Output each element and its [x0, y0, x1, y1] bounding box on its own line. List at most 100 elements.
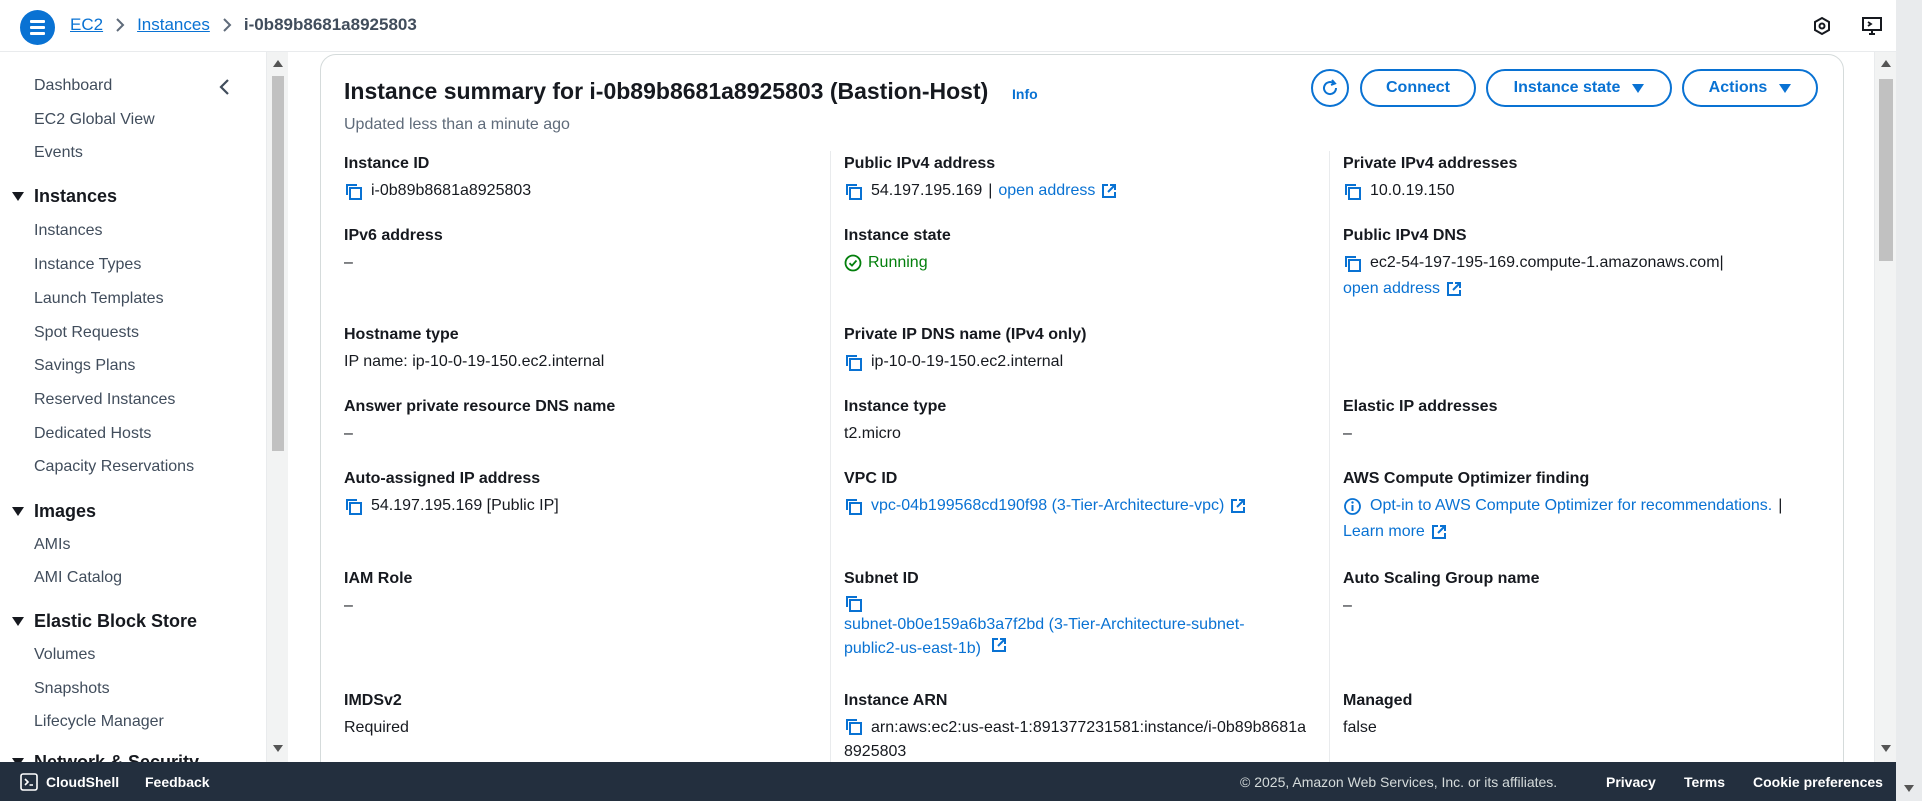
sidebar-item-events[interactable]: Events — [34, 144, 83, 162]
window-scrollbar[interactable] — [1896, 0, 1922, 801]
footer-bar: CloudShell Feedback © 2025, Amazon Web S… — [0, 762, 1896, 801]
chevron-right-icon — [115, 18, 125, 32]
separator: | — [1719, 254, 1724, 271]
sidebar-group-ebs[interactable]: Elastic Block Store — [12, 611, 197, 632]
chevron-right-icon — [222, 18, 232, 32]
scroll-down-arrow-icon[interactable] — [1881, 745, 1891, 752]
sidebar-item-dashboard[interactable]: Dashboard — [34, 77, 112, 95]
field-value: IP name: ip-10-0-19-150.ec2.internal — [344, 353, 605, 370]
field-managed: Managed false — [1343, 692, 1813, 740]
copy-icon[interactable] — [844, 182, 863, 201]
sidebar-item-global-view[interactable]: EC2 Global View — [34, 111, 155, 129]
field-private-dns: Private IP DNS name (IPv4 only) ip-10-0-… — [844, 326, 1314, 374]
hamburger-menu-button[interactable] — [20, 10, 55, 45]
sidebar-group-label: Instances — [34, 186, 118, 206]
field-instance-id: Instance ID i-0b89b8681a8925803 — [344, 155, 814, 203]
copyright-text: © 2025, Amazon Web Services, Inc. or its… — [1240, 773, 1558, 790]
field-public-ipv4: Public IPv4 address 54.197.195.169 | ope… — [844, 155, 1314, 203]
field-label: Private IP DNS name (IPv4 only) — [844, 326, 1087, 343]
instance-state-button-label: Instance state — [1513, 79, 1621, 96]
connect-button-label: Connect — [1386, 79, 1450, 96]
menu-line — [30, 26, 45, 29]
sidebar-item-launch-templates[interactable]: Launch Templates — [34, 290, 164, 308]
menu-line — [30, 32, 45, 35]
sidebar-group-instances[interactable]: Instances — [12, 186, 117, 207]
connect-button[interactable]: Connect — [1360, 69, 1476, 107]
sidebar-group-label: Network & Security — [34, 752, 200, 762]
field-instance-arn: Instance ARN arn:aws:ec2:us-east-1:89137… — [844, 692, 1314, 762]
learn-more-link[interactable]: Learn more — [1343, 520, 1425, 544]
sidebar-item-snapshots[interactable]: Snapshots — [34, 680, 110, 698]
field-value: arn:aws:ec2:us-east-1:891377231581:insta… — [844, 719, 1306, 760]
scrollbar-thumb[interactable] — [272, 76, 284, 451]
sidebar-item-instance-types[interactable]: Instance Types — [34, 256, 141, 274]
refresh-button[interactable] — [1311, 69, 1349, 107]
sidebar-item-spot-requests[interactable]: Spot Requests — [34, 324, 139, 342]
sidebar-item-instances[interactable]: Instances — [34, 222, 102, 240]
sidebar-item-capacity-reservations[interactable]: Capacity Reservations — [34, 458, 194, 476]
cloudshell-button[interactable]: CloudShell — [20, 772, 119, 791]
field-value: ip-10-0-19-150.ec2.internal — [871, 353, 1064, 370]
info-link[interactable]: Info — [1012, 86, 1038, 102]
breadcrumb-instances-link[interactable]: Instances — [137, 15, 210, 35]
copy-icon[interactable] — [1343, 254, 1362, 273]
copy-icon[interactable] — [844, 497, 863, 516]
field-label: Public IPv4 DNS — [1343, 227, 1467, 244]
open-address-link[interactable]: open address — [998, 179, 1095, 203]
sidebar-group-network-security[interactable]: Network & Security — [12, 752, 199, 762]
sidebar-scrollbar[interactable] — [266, 52, 288, 762]
field-label: Instance state — [844, 227, 951, 244]
copy-icon[interactable] — [344, 497, 363, 516]
field-private-ipv4: Private IPv4 addresses 10.0.19.150 — [1343, 155, 1813, 203]
field-label: IMDSv2 — [344, 692, 402, 709]
privacy-link[interactable]: Privacy — [1606, 774, 1656, 790]
main-scrollbar[interactable] — [1874, 52, 1896, 762]
sidebar-item-ami-catalog[interactable]: AMI Catalog — [34, 569, 122, 587]
sidebar-item-lifecycle-manager[interactable]: Lifecycle Manager — [34, 713, 164, 731]
refresh-icon — [1323, 79, 1338, 96]
open-address-link[interactable]: open address — [1343, 277, 1440, 301]
subnet-link[interactable]: subnet-0b0e159a6b3a7f2bd (3-Tier-Archite… — [844, 616, 1245, 657]
sidebar-item-savings-plans[interactable]: Savings Plans — [34, 357, 135, 375]
copy-icon[interactable] — [844, 717, 863, 736]
scroll-down-arrow-icon[interactable] — [1904, 785, 1914, 792]
sidebar-item-amis[interactable]: AMIs — [34, 536, 70, 554]
vpc-link[interactable]: vpc-04b199568cd190f98 (3-Tier-Architectu… — [871, 494, 1224, 518]
sidebar-item-dedicated-hosts[interactable]: Dedicated Hosts — [34, 425, 151, 443]
scroll-down-arrow-icon[interactable] — [273, 745, 283, 752]
field-vpc-id: VPC ID vpc-04b199568cd190f98 (3-Tier-Arc… — [844, 470, 1314, 518]
external-link-icon — [1431, 524, 1447, 540]
instance-state-button[interactable]: Instance state — [1486, 69, 1672, 107]
field-value: – — [344, 254, 353, 271]
optimizer-opt-in-link[interactable]: Opt-in to AWS Compute Optimizer for reco… — [1370, 494, 1772, 518]
field-label: Public IPv4 address — [844, 155, 996, 172]
field-imdsv2: IMDSv2 Required — [344, 692, 814, 740]
copy-icon[interactable] — [344, 182, 363, 201]
scroll-up-arrow-icon[interactable] — [1881, 60, 1891, 67]
copy-icon[interactable] — [1343, 182, 1362, 201]
scroll-up-arrow-icon[interactable] — [273, 60, 283, 67]
copy-icon[interactable] — [844, 594, 863, 613]
sidebar-group-images[interactable]: Images — [12, 501, 96, 522]
collapse-sidebar-icon[interactable] — [218, 79, 230, 100]
sidebar-item-reserved-instances[interactable]: Reserved Instances — [34, 391, 175, 409]
external-link-icon — [1446, 281, 1462, 297]
terms-link[interactable]: Terms — [1684, 774, 1725, 790]
field-ipv6: IPv6 address – — [344, 227, 814, 275]
field-instance-type: Instance type t2.micro — [844, 398, 1314, 446]
cookie-preferences-link[interactable]: Cookie preferences — [1753, 774, 1883, 790]
field-value: 54.197.195.169 [Public IP] — [371, 497, 559, 514]
scrollbar-thumb[interactable] — [1879, 79, 1893, 261]
breadcrumb: EC2 Instances i-0b89b8681a8925803 — [70, 15, 417, 35]
settings-hexagon-icon[interactable] — [1810, 14, 1834, 38]
external-link-icon — [1230, 498, 1246, 514]
copy-icon[interactable] — [844, 353, 863, 372]
sidebar-item-volumes[interactable]: Volumes — [34, 646, 95, 664]
display-icon[interactable] — [1860, 14, 1884, 38]
field-value: false — [1343, 719, 1377, 736]
breadcrumb-ec2-link[interactable]: EC2 — [70, 15, 103, 35]
field-value: – — [1343, 425, 1352, 442]
actions-button[interactable]: Actions — [1682, 69, 1818, 107]
terminal-icon — [20, 772, 38, 791]
feedback-link[interactable]: Feedback — [145, 774, 210, 790]
